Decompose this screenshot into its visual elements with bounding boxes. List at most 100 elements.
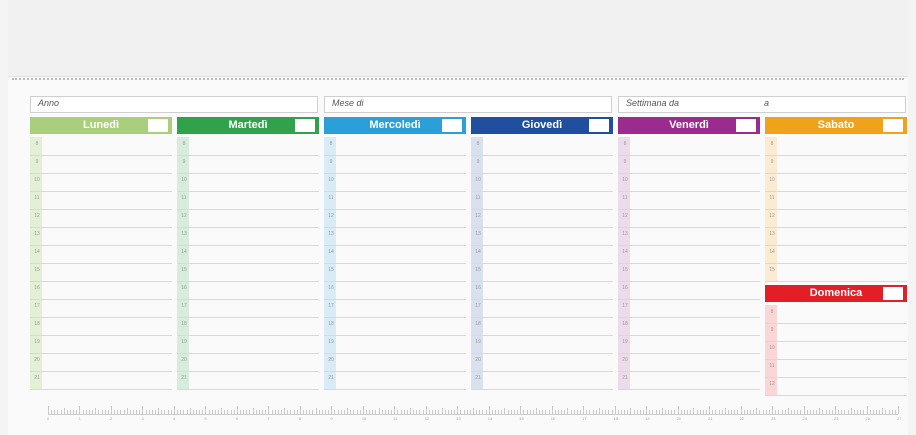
hour-row[interactable]: 12 xyxy=(765,377,907,396)
hour-row[interactable]: 9 xyxy=(618,155,760,174)
hour-row[interactable]: 9 xyxy=(765,155,907,174)
ruler-tick xyxy=(728,410,729,414)
hour-row[interactable]: 8 xyxy=(765,305,907,324)
ruler-tick xyxy=(750,410,752,414)
hour-row[interactable]: 14 xyxy=(765,245,907,264)
ruler-tick xyxy=(715,410,717,414)
hour-row[interactable]: 12 xyxy=(618,209,760,228)
hour-row[interactable]: 21 xyxy=(177,371,319,390)
year-field[interactable] xyxy=(30,96,318,113)
hour-row[interactable]: 19 xyxy=(471,335,613,354)
hour-row[interactable]: 17 xyxy=(30,299,172,318)
ruler-tick xyxy=(340,410,342,414)
day-checkbox[interactable] xyxy=(883,287,903,300)
hour-row[interactable]: 19 xyxy=(618,335,760,354)
hour-row[interactable]: 12 xyxy=(471,209,613,228)
hour-row[interactable]: 13 xyxy=(324,227,466,246)
hour-row[interactable]: 20 xyxy=(324,353,466,372)
day-checkbox[interactable] xyxy=(589,119,609,132)
hour-row[interactable]: 18 xyxy=(324,317,466,336)
hour-row[interactable]: 8 xyxy=(30,137,172,156)
hour-row[interactable]: 11 xyxy=(618,191,760,210)
hour-row[interactable]: 13 xyxy=(618,227,760,246)
hour-row[interactable]: 18 xyxy=(30,317,172,336)
hour-row[interactable]: 14 xyxy=(324,245,466,264)
hour-row[interactable]: 16 xyxy=(324,281,466,300)
hour-number: 19 xyxy=(328,339,334,345)
hour-row[interactable]: 9 xyxy=(30,155,172,174)
hour-row[interactable]: 18 xyxy=(471,317,613,336)
hour-row[interactable]: 20 xyxy=(471,353,613,372)
day-checkbox[interactable] xyxy=(883,119,903,132)
hour-row[interactable]: 13 xyxy=(765,227,907,246)
hour-row[interactable]: 11 xyxy=(324,191,466,210)
hour-row[interactable]: 8 xyxy=(765,137,907,156)
hour-row[interactable]: 12 xyxy=(177,209,319,228)
hour-row[interactable]: 14 xyxy=(471,245,613,264)
hour-row[interactable]: 15 xyxy=(618,263,760,282)
ruler-tick xyxy=(164,410,166,414)
day-checkbox[interactable] xyxy=(442,119,462,132)
hour-row[interactable]: 10 xyxy=(177,173,319,192)
hour-row[interactable]: 15 xyxy=(177,263,319,282)
hour-row[interactable]: 16 xyxy=(618,281,760,300)
hour-row[interactable]: 13 xyxy=(177,227,319,246)
hour-row[interactable]: 12 xyxy=(765,209,907,228)
ruler-tick xyxy=(507,410,509,414)
hour-row[interactable]: 17 xyxy=(324,299,466,318)
hour-row[interactable]: 9 xyxy=(324,155,466,174)
hour-row[interactable]: 21 xyxy=(324,371,466,390)
hour-row[interactable]: 17 xyxy=(471,299,613,318)
hour-row[interactable]: 19 xyxy=(177,335,319,354)
hour-row[interactable]: 20 xyxy=(30,353,172,372)
hour-row[interactable]: 10 xyxy=(618,173,760,192)
day-checkbox[interactable] xyxy=(736,119,756,132)
hour-row[interactable]: 9 xyxy=(177,155,319,174)
hour-row[interactable]: 20 xyxy=(618,353,760,372)
hour-row[interactable]: 14 xyxy=(30,245,172,264)
hour-row[interactable]: 15 xyxy=(324,263,466,282)
hour-row[interactable]: 13 xyxy=(30,227,172,246)
hour-row[interactable]: 18 xyxy=(618,317,760,336)
hour-row[interactable]: 13 xyxy=(471,227,613,246)
hour-row[interactable]: 8 xyxy=(324,137,466,156)
hour-row[interactable]: 8 xyxy=(618,137,760,156)
hour-row[interactable]: 21 xyxy=(30,371,172,390)
day-checkbox[interactable] xyxy=(148,119,168,132)
hour-row[interactable]: 9 xyxy=(471,155,613,174)
day-checkbox[interactable] xyxy=(295,119,315,132)
hour-row[interactable]: 10 xyxy=(471,173,613,192)
hour-row[interactable]: 15 xyxy=(471,263,613,282)
hour-row[interactable]: 15 xyxy=(765,263,907,282)
hour-row[interactable]: 15 xyxy=(30,263,172,282)
hour-row[interactable]: 20 xyxy=(177,353,319,372)
hour-row[interactable]: 10 xyxy=(324,173,466,192)
hour-row[interactable]: 11 xyxy=(765,359,907,378)
hour-row[interactable]: 11 xyxy=(177,191,319,210)
hour-row[interactable]: 21 xyxy=(471,371,613,390)
hour-row[interactable]: 14 xyxy=(177,245,319,264)
hour-row[interactable]: 17 xyxy=(618,299,760,318)
hour-row[interactable]: 8 xyxy=(177,137,319,156)
hour-row[interactable]: 17 xyxy=(177,299,319,318)
hour-row[interactable]: 9 xyxy=(765,323,907,342)
hour-row[interactable]: 14 xyxy=(618,245,760,264)
hour-row[interactable]: 16 xyxy=(471,281,613,300)
hour-row[interactable]: 10 xyxy=(30,173,172,192)
hour-row[interactable]: 16 xyxy=(30,281,172,300)
hour-row[interactable]: 19 xyxy=(324,335,466,354)
hour-row[interactable]: 11 xyxy=(765,191,907,210)
hour-row[interactable]: 11 xyxy=(30,191,172,210)
hour-row[interactable]: 21 xyxy=(618,371,760,390)
hour-row[interactable]: 10 xyxy=(765,341,907,360)
hour-row[interactable]: 11 xyxy=(471,191,613,210)
hour-row[interactable]: 8 xyxy=(471,137,613,156)
hour-row[interactable]: 18 xyxy=(177,317,319,336)
month-field[interactable] xyxy=(324,96,612,113)
hour-row[interactable]: 19 xyxy=(30,335,172,354)
hour-row[interactable]: 12 xyxy=(324,209,466,228)
year-label: Anno xyxy=(38,98,60,108)
hour-row[interactable]: 10 xyxy=(765,173,907,192)
hour-row[interactable]: 16 xyxy=(177,281,319,300)
hour-row[interactable]: 12 xyxy=(30,209,172,228)
